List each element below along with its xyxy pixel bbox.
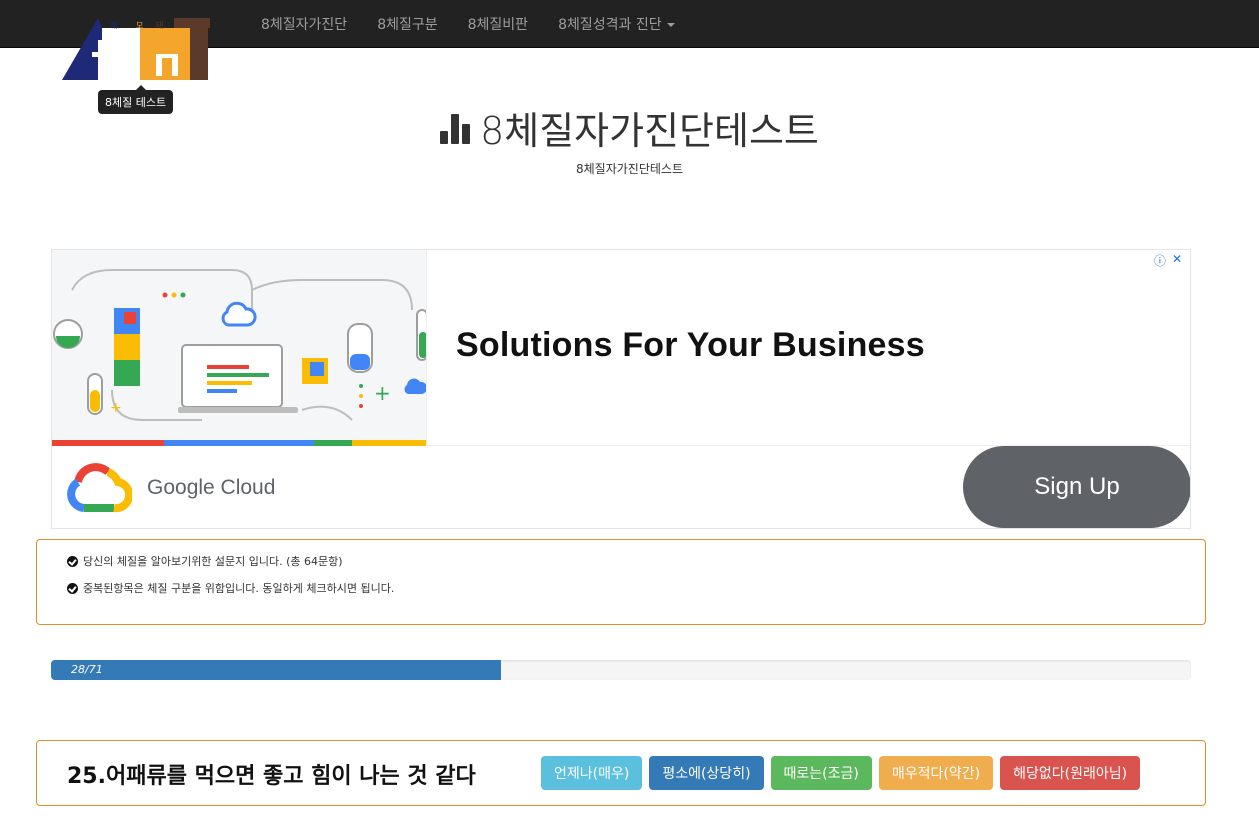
page-subtitle: 8체질자가진단테스트 xyxy=(576,162,683,176)
ad-illustration: + + xyxy=(52,250,428,446)
svg-text:+: + xyxy=(374,381,391,405)
google-cloud-logo-icon xyxy=(67,463,132,513)
logo-letter-3: 태 xyxy=(156,21,163,30)
page-title: 8체질자가진단테스트 xyxy=(0,100,1259,155)
progress-label: 28/71 xyxy=(71,663,103,676)
caret-down-icon xyxy=(666,23,675,27)
ad-headline: Solutions For Your Business xyxy=(456,326,925,364)
ad-signup-button[interactable]: Sign Up xyxy=(963,446,1190,528)
question-text: 25.어패류를 먹으면 좋고 힘이 나는 것 같다 xyxy=(67,764,476,789)
answer-usually-button[interactable]: 평소에(상당히) xyxy=(649,756,764,790)
page-title-text: 8체질자가진단테스트 xyxy=(480,109,819,153)
answer-never-button[interactable]: 해당없다(원래아님) xyxy=(1000,756,1141,790)
advertisement[interactable]: + + Solutions For Your Business ⓘ ✕ Goog… xyxy=(51,249,1191,529)
nav-item-personality-label: 8체질성격과 진단 xyxy=(558,17,662,33)
nav-item-personality-dropdown[interactable]: 8체질성격과 진단 xyxy=(543,14,690,34)
progress-bar: 28/71 xyxy=(51,660,1191,680)
logo-letter-1: 체 xyxy=(110,20,117,30)
notice-line: 당신의 체질을 알아보기위한 설문지 입니다. (총 64문항) xyxy=(67,554,1175,568)
logo-letter-2: 모 xyxy=(136,21,143,30)
nav-menu: 8체질자가진단 8체질구분 8체질비판 8체질성격과 진단 xyxy=(246,0,690,48)
ad-brand-name: Google Cloud xyxy=(147,476,276,499)
notice-box: 당신의 체질을 알아보기위한 설문지 입니다. (총 64문항) 중복된항목은 … xyxy=(36,539,1206,625)
logo-graphic: 체 모 태 xyxy=(62,18,214,80)
check-circle-icon xyxy=(67,582,78,594)
question-card: 25.어패류를 먹으면 좋고 힘이 나는 것 같다 언제나(매우) 평소에(상당… xyxy=(36,740,1206,806)
answer-sometimes-button[interactable]: 때로는(조금) xyxy=(770,756,872,790)
site-logo[interactable]: 체 모 태 xyxy=(62,14,214,82)
nav-item-classification[interactable]: 8체질구분 xyxy=(362,14,452,34)
answer-options: 언제나(매우) 평소에(상당히) 때로는(조금) 매우적다(약간) 해당없다(원… xyxy=(541,756,1141,790)
check-circle-icon xyxy=(67,555,78,567)
notice-line: 중복된항목은 체질 구분을 위함입니다. 동일하게 체크하시면 됩니다. xyxy=(67,581,1175,595)
notice-text: 중복된항목은 체질 구분을 위함입니다. 동일하게 체크하시면 됩니다. xyxy=(83,582,395,595)
bar-chart-icon xyxy=(440,112,471,144)
ad-choices[interactable]: ⓘ ✕ xyxy=(1154,252,1182,269)
notice-text: 당신의 체질을 알아보기위한 설문지 입니다. (총 64문항) xyxy=(83,555,343,568)
svg-text:+: + xyxy=(110,400,122,416)
answer-rarely-button[interactable]: 매우적다(약간) xyxy=(878,756,994,790)
ad-info-icon[interactable]: ⓘ xyxy=(1154,252,1166,269)
progress-fill: 28/71 xyxy=(51,660,501,680)
answer-always-button[interactable]: 언제나(매우) xyxy=(541,756,643,790)
nav-item-criticism[interactable]: 8체질비판 xyxy=(453,14,543,34)
ad-close-icon[interactable]: ✕ xyxy=(1172,252,1182,269)
nav-item-self-diagnosis[interactable]: 8체질자가진단 xyxy=(246,14,362,34)
